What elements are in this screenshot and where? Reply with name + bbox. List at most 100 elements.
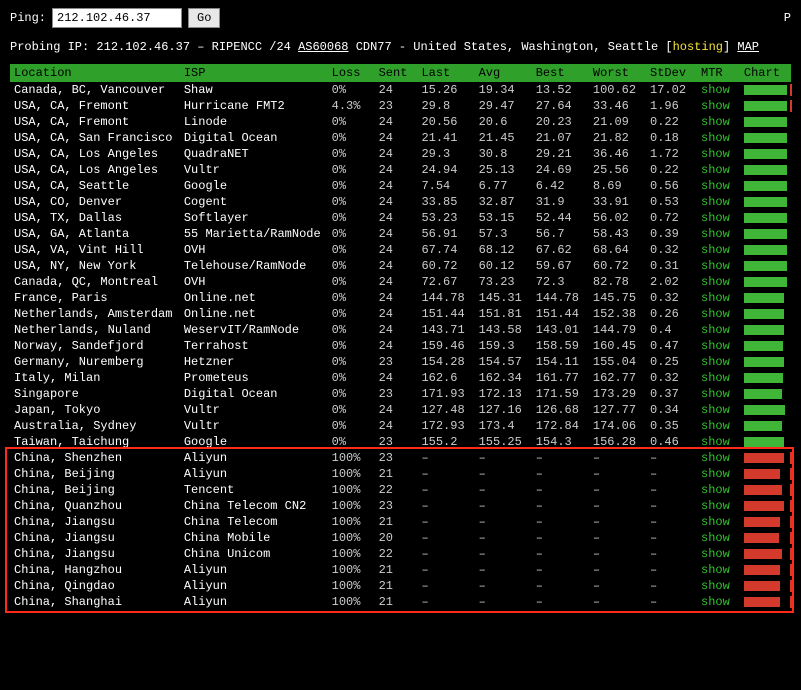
mtr-show-link[interactable]: show	[701, 243, 730, 257]
cell-loss: 0%	[328, 290, 375, 306]
cell-last: –	[417, 466, 474, 482]
chart-bar	[744, 341, 790, 351]
mtr-show-link[interactable]: show	[701, 515, 730, 529]
mtr-show-link[interactable]: show	[701, 83, 730, 97]
mtr-show-link[interactable]: show	[701, 307, 730, 321]
mtr-show-link[interactable]: show	[701, 467, 730, 481]
mtr-show-link[interactable]: show	[701, 531, 730, 545]
cell-worst: –	[589, 514, 646, 530]
mtr-show-link[interactable]: show	[701, 339, 730, 353]
cell-mtr: show	[697, 290, 740, 306]
ip-input[interactable]	[52, 8, 182, 28]
col-mtr: MTR	[697, 64, 740, 82]
chart-bar	[744, 373, 790, 383]
mtr-show-link[interactable]: show	[701, 179, 730, 193]
table-row: USA, TX, DallasSoftlayer0%2453.2353.1552…	[10, 210, 791, 226]
chart-bar	[744, 565, 790, 575]
mtr-show-link[interactable]: show	[701, 387, 730, 401]
map-link[interactable]: MAP	[737, 40, 759, 54]
cell-location: USA, CA, San Francisco	[10, 130, 180, 146]
cell-chart	[740, 530, 791, 546]
cell-sent: 24	[375, 338, 418, 354]
chart-bar	[744, 293, 790, 303]
mtr-show-link[interactable]: show	[701, 451, 730, 465]
cell-location: USA, VA, Vint Hill	[10, 242, 180, 258]
cell-location: Taiwan, Taichung	[10, 434, 180, 450]
cell-location: Canada, BC, Vancouver	[10, 82, 180, 98]
cell-mtr: show	[697, 114, 740, 130]
mtr-show-link[interactable]: show	[701, 483, 730, 497]
cell-loss: 0%	[328, 178, 375, 194]
cell-isp: Vultr	[180, 402, 328, 418]
cell-best: –	[532, 514, 589, 530]
cell-mtr: show	[697, 226, 740, 242]
cell-location: USA, NY, New York	[10, 258, 180, 274]
cell-avg: 143.58	[475, 322, 532, 338]
mtr-show-link[interactable]: show	[701, 211, 730, 225]
cell-chart	[740, 210, 791, 226]
mtr-show-link[interactable]: show	[701, 291, 730, 305]
cell-loss: 0%	[328, 226, 375, 242]
mtr-show-link[interactable]: show	[701, 115, 730, 129]
cell-location: France, Paris	[10, 290, 180, 306]
cell-chart	[740, 274, 791, 290]
mtr-show-link[interactable]: show	[701, 275, 730, 289]
cell-stdev: –	[646, 562, 697, 578]
cell-location: China, Shenzhen	[10, 450, 180, 466]
cell-avg: 19.34	[475, 82, 532, 98]
mtr-show-link[interactable]: show	[701, 195, 730, 209]
mtr-show-link[interactable]: show	[701, 435, 730, 449]
cell-mtr: show	[697, 306, 740, 322]
cell-stdev: 17.02	[646, 82, 697, 98]
cell-mtr: show	[697, 178, 740, 194]
mtr-show-link[interactable]: show	[701, 499, 730, 513]
cell-loss: 0%	[328, 370, 375, 386]
mtr-show-link[interactable]: show	[701, 371, 730, 385]
mtr-show-link[interactable]: show	[701, 563, 730, 577]
cell-last: 162.6	[417, 370, 474, 386]
mtr-show-link[interactable]: show	[701, 595, 730, 609]
cell-mtr: show	[697, 514, 740, 530]
mtr-show-link[interactable]: show	[701, 419, 730, 433]
mtr-show-link[interactable]: show	[701, 323, 730, 337]
cell-stdev: 0.34	[646, 402, 697, 418]
cell-loss: 100%	[328, 514, 375, 530]
mtr-show-link[interactable]: show	[701, 547, 730, 561]
asn-link[interactable]: AS60068	[298, 40, 348, 54]
cell-worst: 162.77	[589, 370, 646, 386]
cell-avg: 151.81	[475, 306, 532, 322]
chart-bar	[744, 85, 790, 95]
mtr-show-link[interactable]: show	[701, 163, 730, 177]
mtr-show-link[interactable]: show	[701, 259, 730, 273]
table-row: USA, NY, New YorkTelehouse/RamNode0%2460…	[10, 258, 791, 274]
chart-bar	[744, 469, 790, 479]
mtr-show-link[interactable]: show	[701, 131, 730, 145]
cell-worst: 82.78	[589, 274, 646, 290]
mtr-show-link[interactable]: show	[701, 355, 730, 369]
cell-loss: 0%	[328, 274, 375, 290]
table-header: Location ISP Loss Sent Last Avg Best Wor…	[10, 64, 791, 82]
mtr-show-link[interactable]: show	[701, 579, 730, 593]
mtr-show-link[interactable]: show	[701, 227, 730, 241]
cell-best: 72.3	[532, 274, 589, 290]
go-button[interactable]: Go	[188, 8, 220, 28]
cell-mtr: show	[697, 370, 740, 386]
table-row: Norway, SandefjordTerrahost0%24159.46159…	[10, 338, 791, 354]
mtr-show-link[interactable]: show	[701, 99, 730, 113]
chart-bar	[744, 261, 790, 271]
cell-sent: 24	[375, 322, 418, 338]
cell-isp: China Telecom	[180, 514, 328, 530]
cell-avg: 145.31	[475, 290, 532, 306]
cell-last: 60.72	[417, 258, 474, 274]
cell-avg: 21.45	[475, 130, 532, 146]
cell-mtr: show	[697, 498, 740, 514]
cell-loss: 100%	[328, 482, 375, 498]
chart-bar	[744, 149, 790, 159]
mtr-show-link[interactable]: show	[701, 147, 730, 161]
cell-worst: 68.64	[589, 242, 646, 258]
cell-last: 21.41	[417, 130, 474, 146]
cell-best: 126.68	[532, 402, 589, 418]
mtr-show-link[interactable]: show	[701, 403, 730, 417]
table-row: Italy, MilanPrometeus0%24162.6162.34161.…	[10, 370, 791, 386]
cell-location: USA, CA, Fremont	[10, 114, 180, 130]
